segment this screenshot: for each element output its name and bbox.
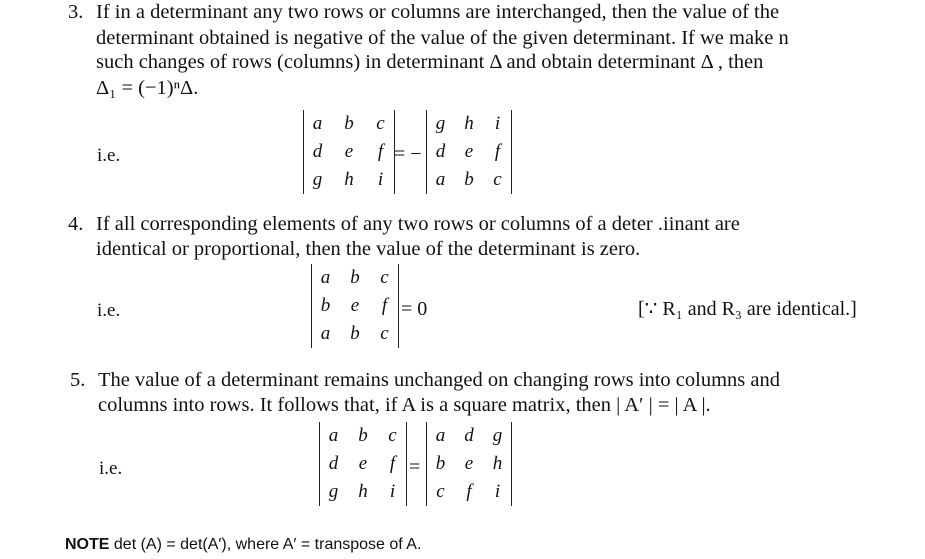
determinant-entry: f — [389, 453, 396, 474]
determinant-entry: h — [344, 169, 354, 190]
determinant-entry: b — [464, 169, 474, 190]
determinant-entry: a — [320, 267, 331, 288]
determinant-entry: h — [358, 481, 368, 502]
item-4-reason: [∵ R₁ and R₃ are identical.] — [638, 298, 857, 320]
item-5-left-determinant: abc def ghi — [319, 422, 407, 506]
determinant-entry: g — [492, 425, 503, 446]
item-5-operator: = — [409, 456, 421, 478]
determinant-entry: b — [435, 453, 446, 474]
item-3-operator: = − — [394, 143, 422, 165]
item-5-line-2: columns into rows. It follows that, if A… — [98, 394, 711, 416]
item-4-line-2: identical or proportional, then the valu… — [96, 238, 641, 260]
determinant-entry: a — [328, 425, 339, 446]
item-4-number: 4. — [68, 213, 84, 235]
item-5-line-1: The value of a determinant remains uncha… — [98, 369, 780, 391]
determinant-entry: h — [492, 453, 503, 474]
determinant-entry: i — [377, 169, 384, 190]
determinant-entry: i — [494, 481, 501, 502]
determinant-row: def — [431, 138, 507, 166]
determinant-entry: a — [435, 425, 446, 446]
determinant-entry: g — [312, 169, 323, 190]
determinant-entry: c — [380, 267, 389, 288]
determinant-entry: e — [464, 141, 474, 162]
item-4-ie: i.e. — [97, 300, 121, 321]
determinant-entry: c — [493, 169, 502, 190]
item-4-line-1: If all corresponding elements of any two… — [96, 213, 740, 235]
determinant-row: abc — [431, 166, 507, 194]
determinant-row: ab c — [308, 110, 390, 138]
determinant-row: def — [324, 450, 402, 478]
determinant-entry: a — [435, 169, 446, 190]
determinant-entry: d — [435, 141, 446, 162]
determinant-entry: a — [320, 323, 331, 344]
determinant-entry: i — [389, 481, 396, 502]
determinant-entry: g — [328, 481, 339, 502]
item-3-number: 3. — [68, 1, 84, 23]
determinant-row: adg — [431, 422, 507, 450]
determinant-entry: d — [464, 425, 474, 446]
determinant-entry: h — [464, 113, 474, 134]
determinant-row: beh — [431, 450, 507, 478]
determinant-entry: d — [312, 141, 323, 162]
note-label: NOTE — [65, 536, 110, 553]
determinant-entry: b — [320, 295, 331, 316]
item-4-operator: = 0 — [401, 298, 428, 320]
note: NOTE det (A) = det(A′), where A′ = trans… — [65, 536, 421, 554]
item-3-right-determinant: ghi def abc — [426, 110, 512, 194]
determinant-entry: f — [377, 141, 384, 162]
determinant-entry: c — [388, 425, 397, 446]
determinant-row: cf i — [431, 478, 507, 506]
determinant-entry: a — [312, 113, 323, 134]
determinant-entry: f — [381, 295, 388, 316]
determinant-entry: e — [344, 141, 354, 162]
item-3-left-determinant: ab c de f gh i — [303, 110, 395, 194]
determinant-entry: g — [435, 113, 446, 134]
item-3-line-2: determinant obtained is negative of the … — [96, 27, 789, 49]
determinant-entry: i — [494, 113, 501, 134]
determinant-row: ghi — [431, 110, 507, 138]
item-5-right-determinant: adg beh cf i — [426, 422, 512, 506]
determinant-row: ghi — [324, 478, 402, 506]
determinant-entry: b — [350, 267, 360, 288]
determinant-entry: e — [358, 453, 368, 474]
determinant-entry: e — [350, 295, 360, 316]
determinant-row: de f — [308, 138, 390, 166]
determinant-row: bef — [316, 292, 394, 320]
determinant-row: abc — [316, 264, 394, 292]
determinant-entry: b — [350, 323, 360, 344]
item-3-ie: i.e. — [97, 145, 121, 166]
determinant-entry: c — [436, 481, 445, 502]
determinant-row: gh i — [308, 166, 390, 194]
item-3-line-1: If in a determinant any two rows or colu… — [96, 1, 780, 23]
determinant-entry: c — [380, 323, 389, 344]
item-5-number: 5. — [70, 369, 86, 391]
note-text: det (A) = det(A′), where A′ = transpose … — [113, 536, 422, 553]
item-4-determinant: abc bef abc — [311, 264, 399, 348]
determinant-entry: d — [328, 453, 339, 474]
determinant-entry: c — [376, 113, 385, 134]
item-3-line-4: Δ₁ = (−1)ⁿΔ. — [96, 77, 199, 99]
item-5-ie: i.e. — [99, 458, 123, 479]
determinant-row: abc — [316, 320, 394, 348]
determinant-entry: f — [466, 481, 472, 502]
determinant-entry: b — [344, 113, 354, 134]
item-3-line-3: such changes of rows (columns) in determ… — [96, 51, 764, 73]
determinant-entry: b — [358, 425, 368, 446]
determinant-entry: f — [494, 141, 501, 162]
determinant-entry: e — [464, 453, 474, 474]
determinant-row: abc — [324, 422, 402, 450]
